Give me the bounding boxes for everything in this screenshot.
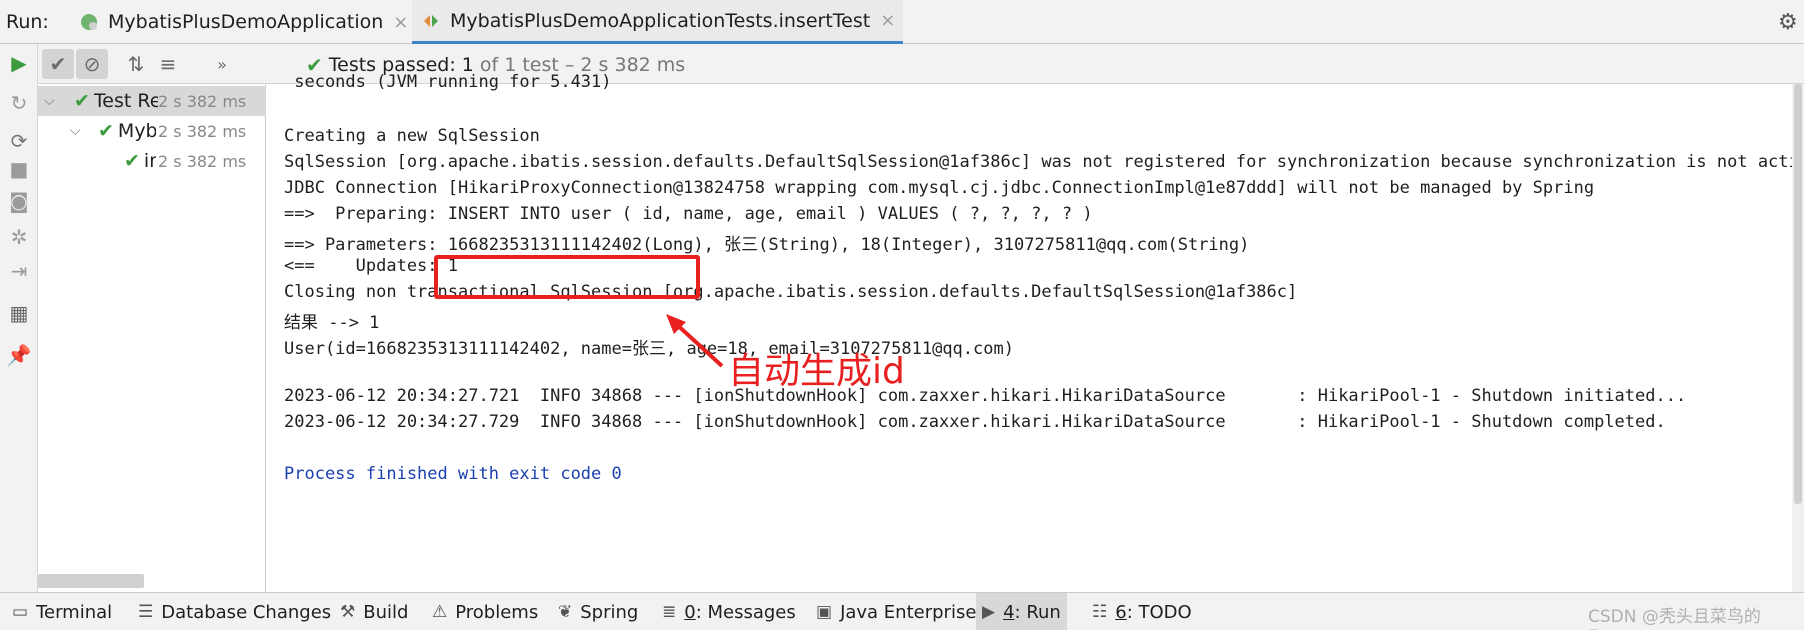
annotation-arrow-icon (666, 314, 724, 368)
tool-problems[interactable]: ⚠ Problems (426, 593, 544, 630)
terminal-icon: ▭ (12, 602, 29, 622)
pin-icon[interactable]: 📌 (6, 342, 32, 368)
check-icon: ✔ (74, 90, 90, 112)
sort-alpha-icon[interactable]: ⇅ (120, 49, 152, 79)
tool-database-changes[interactable]: ☰ Database Changes (132, 593, 337, 630)
tab-label: MybatisPlusDemoApplication (108, 11, 384, 33)
show-passed-icon[interactable]: ✔ (42, 49, 74, 79)
tree-item-test-results[interactable]: ⌵ ✔ Test Results 2 s 382 ms (38, 86, 266, 116)
toggle-auto-test-icon[interactable]: ⟳ (6, 128, 32, 154)
java-enterprise-icon: ▣ (816, 602, 833, 622)
rerun-failed-icon[interactable]: ↻ (6, 90, 32, 116)
test-config-icon (424, 14, 438, 27)
check-icon: ✔ (124, 150, 140, 172)
import-icon[interactable]: ⇥ (6, 258, 32, 284)
stop-icon[interactable]: ■ (6, 156, 32, 182)
horizontal-scrollbar[interactable] (38, 574, 144, 588)
tool-label: : Run (1014, 601, 1061, 623)
tree-item-method[interactable]: ✔ insertTest 2 s 382 ms (38, 146, 266, 176)
tool-todo[interactable]: ☷ 6 : TODO (1086, 593, 1198, 630)
show-ignored-icon[interactable]: ⊘ (76, 49, 108, 79)
tool-number: 4 (1003, 601, 1015, 623)
tree-item-class[interactable]: ⌵ ✔ MybatisPlusDemoApplicationTests 2 s … (38, 116, 266, 146)
left-toolbar: ▶ ↻ ⟳ ■ ◙ ✲ ⇥ ▦ 📌 (0, 44, 38, 592)
console-line: ==> Preparing: INSERT INTO user ( id, na… (284, 204, 1093, 224)
test-tree: ⌵ ✔ Test Results 2 s 382 ms ⌵ ✔ MybatisP… (38, 84, 266, 592)
tree-item-label: insertTest (143, 150, 156, 172)
tool-label: Spring (580, 601, 639, 623)
run-tab-bar: Run: MybatisPlusDemoApplication × Mybati… (0, 0, 1804, 44)
check-icon: ✔ (98, 120, 114, 142)
run-icon: ▶ (982, 602, 996, 622)
todo-icon: ☷ (1092, 602, 1108, 622)
console-line: JDBC Connection [HikariProxyConnection@1… (284, 178, 1595, 198)
tab-mybatis-demo-application[interactable]: MybatisPlusDemoApplication × (70, 0, 416, 44)
database-icon: ☰ (138, 602, 154, 622)
tool-java-enterprise[interactable]: ▣ Java Enterprise (810, 593, 982, 630)
run-label: Run: (6, 11, 49, 33)
vertical-scrollbar[interactable] (1792, 84, 1804, 592)
spring-leaf-icon: ❦ (558, 602, 573, 622)
tool-messages[interactable]: ≣ 0 : Messages (656, 593, 802, 630)
tool-label: : Messages (695, 601, 796, 623)
tool-label: Terminal (36, 601, 113, 623)
chevron-down-icon[interactable]: ⌵ (70, 123, 90, 139)
tool-number: 0 (684, 601, 696, 623)
tool-label: Build (363, 601, 409, 623)
tool-label: Database Changes (161, 601, 332, 623)
console-line-parameters: ==> Parameters: 1668235313111142402(Long… (284, 235, 1250, 255)
tool-window-bar: ▭ Terminal ☰ Database Changes ⚒ Build ⚠ … (0, 592, 1804, 630)
chevron-down-icon[interactable]: ⌵ (44, 93, 64, 109)
warning-icon: ⚠ (432, 602, 448, 622)
console-output[interactable]: seconds (JVM running for 5.431) Creating… (266, 72, 1804, 592)
tool-number: 6 (1115, 601, 1127, 623)
tool-spring[interactable]: ❦ Spring (552, 593, 644, 630)
tool-build[interactable]: ⚒ Build (334, 593, 414, 630)
tool-label: Java Enterprise (840, 601, 977, 623)
run-icon[interactable]: ▶ (6, 50, 32, 76)
console-line: SqlSession [org.apache.ibatis.session.de… (284, 152, 1804, 172)
scrollbar-thumb[interactable] (1794, 84, 1802, 504)
console-line: 2023-06-12 20:34:27.729 INFO 34868 --- [… (284, 412, 1666, 432)
watermark: CSDN @秃头且菜鸟的Event (1588, 607, 1761, 630)
tree-item-time: 2 s 382 ms (158, 151, 247, 171)
console-line: <== Updates: 1 (284, 256, 458, 276)
camera-icon[interactable]: ◙ (6, 188, 32, 214)
console-line-exit: Process finished with exit code 0 (284, 464, 622, 484)
console-line: 2023-06-12 20:34:27.721 INFO 34868 --- [… (284, 386, 1687, 406)
tree-item-time: 2 s 382 ms (158, 91, 247, 111)
console-line: 结果 --> 1 (284, 313, 380, 333)
tool-run[interactable]: ▶ 4 : Run (976, 593, 1067, 630)
tool-label: : TODO (1126, 601, 1192, 623)
gear-icon[interactable]: ⚙ (1778, 10, 1798, 35)
settings-icon[interactable]: ✲ (6, 224, 32, 250)
tab-label: MybatisPlusDemoApplicationTests.insertTe… (450, 9, 871, 32)
tool-label: Problems (455, 601, 539, 623)
console-line: seconds (JVM running for 5.431) (284, 72, 612, 92)
tool-terminal[interactable]: ▭ Terminal (6, 593, 118, 630)
tree-item-time: 2 s 382 ms (158, 121, 247, 141)
tree-item-label: MybatisPlusDemoApplicationTests (117, 120, 156, 142)
layout-icon[interactable]: ▦ (6, 300, 32, 326)
messages-icon: ≣ (662, 602, 677, 622)
tab-insert-test[interactable]: MybatisPlusDemoApplicationTests.insertTe… (412, 0, 904, 44)
spring-boot-icon (81, 14, 97, 30)
tree-item-label: Test Results (93, 90, 158, 112)
close-icon[interactable]: × (880, 10, 895, 31)
highlight-box (434, 255, 700, 299)
console-line: Creating a new SqlSession (284, 126, 540, 146)
sort-duration-icon[interactable]: ≡ (152, 49, 184, 79)
close-icon[interactable]: × (393, 12, 408, 33)
annotation-label: 自动生成id (728, 351, 905, 392)
more-icon[interactable]: » (206, 49, 238, 79)
hammer-icon: ⚒ (340, 602, 356, 622)
